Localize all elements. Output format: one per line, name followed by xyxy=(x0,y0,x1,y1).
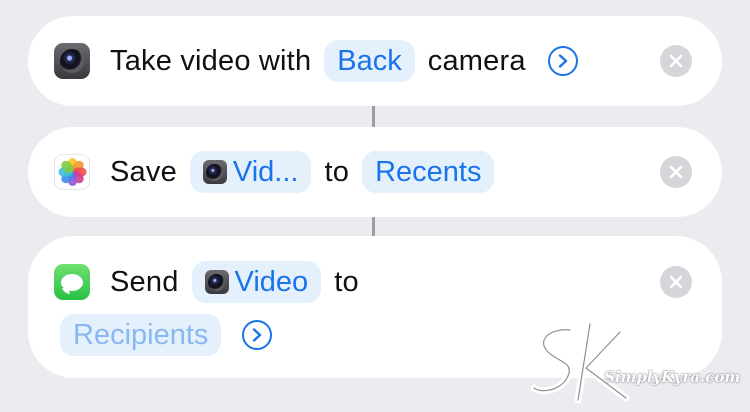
action-text: Take video with xyxy=(110,44,312,77)
action-connector-line xyxy=(372,106,375,127)
sk-monogram-icon xyxy=(530,320,630,404)
messages-app-icon xyxy=(54,264,90,300)
action-text: to xyxy=(334,265,359,298)
action-row: Send Video to xyxy=(54,257,359,307)
camera-app-icon xyxy=(204,270,229,294)
action-row: Save Vid... to Recents xyxy=(54,147,507,197)
video-variable-token[interactable]: Vid... xyxy=(189,151,312,193)
album-parameter-recents[interactable]: Recents xyxy=(362,151,495,193)
watermark-logo: SimplyKyra.com xyxy=(528,318,741,406)
chevron-right-circle-icon[interactable] xyxy=(547,46,578,76)
close-circle-icon[interactable] xyxy=(660,156,692,188)
action-save-to-photo-album[interactable]: Save Vid... to Recents xyxy=(28,127,722,217)
chevron-right-circle-icon[interactable] xyxy=(242,320,273,350)
action-row: Take video with Back camera xyxy=(54,36,578,86)
action-text: to xyxy=(324,155,350,188)
camera-app-icon xyxy=(54,43,90,79)
camera-parameter-back[interactable]: Back xyxy=(324,40,415,82)
variable-label: Video xyxy=(234,265,309,298)
action-text: Send xyxy=(110,265,179,298)
variable-label: Vid... xyxy=(232,155,299,188)
action-connector-line xyxy=(372,217,375,236)
action-row: Recipients xyxy=(60,310,273,360)
action-text: camera xyxy=(427,44,526,77)
photos-app-icon xyxy=(54,154,90,190)
close-circle-icon[interactable] xyxy=(660,45,692,77)
recipients-placeholder[interactable]: Recipients xyxy=(60,314,222,356)
close-circle-icon[interactable] xyxy=(660,266,692,298)
action-take-video[interactable]: Take video with Back camera xyxy=(28,16,722,106)
video-variable-token[interactable]: Video xyxy=(191,261,322,303)
watermark-text: SimplyKyra.com xyxy=(604,368,741,386)
camera-app-icon xyxy=(202,160,227,184)
action-text: Save xyxy=(110,155,177,188)
